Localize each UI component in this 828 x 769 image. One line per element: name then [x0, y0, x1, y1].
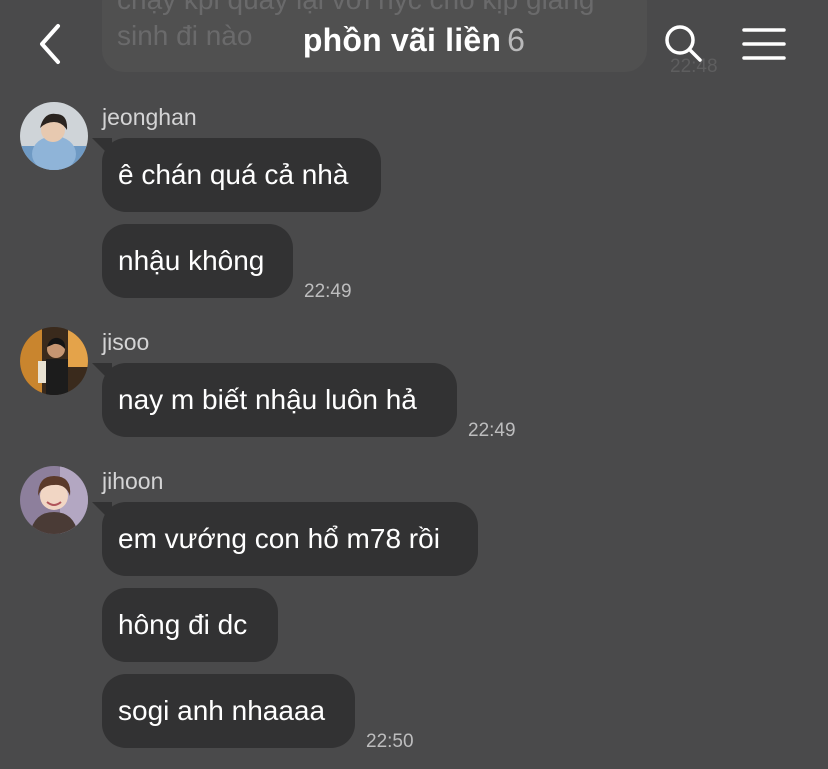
- member-count: 6: [507, 22, 526, 58]
- message-text: sogi anh nhaaaa: [118, 695, 326, 726]
- message-bubble[interactable]: nay m biết nhậu luôn hả: [102, 363, 457, 437]
- search-icon: [665, 25, 702, 62]
- message-text: nhậu không: [118, 245, 265, 276]
- avatar-jihoon[interactable]: [20, 466, 88, 534]
- message-bubble[interactable]: hông đi dc: [102, 588, 278, 662]
- message-bubble[interactable]: ê chán quá cả nhà: [102, 138, 381, 212]
- avatar-jisoo[interactable]: [20, 327, 88, 395]
- message-text: hông đi dc: [118, 609, 248, 640]
- message-bubble[interactable]: sogi anh nhaaaa: [102, 674, 355, 748]
- profile-photo-icon: [20, 102, 88, 170]
- search-button[interactable]: [662, 22, 704, 64]
- sender-name: jihoon: [102, 468, 164, 494]
- message-time: 22:50: [366, 731, 414, 752]
- menu-button[interactable]: [742, 26, 786, 62]
- profile-photo-icon: [20, 327, 88, 395]
- sender-name: jeonghan: [102, 104, 197, 130]
- message-text: ê chán quá cả nhà: [118, 159, 349, 190]
- message-bubble[interactable]: em vướng con hổ m78 rồi: [102, 502, 478, 576]
- chat-header: phồn vãi liền 6: [0, 0, 828, 88]
- message-time: 22:49: [468, 420, 516, 441]
- message-time: 22:49: [304, 281, 352, 302]
- message-text: nay m biết nhậu luôn hả: [118, 384, 417, 415]
- menu-icon: [742, 28, 786, 60]
- group-name: phồn vãi liền: [302, 22, 502, 58]
- profile-photo-icon: [20, 466, 88, 534]
- message-text: em vướng con hổ m78 rồi: [118, 523, 440, 554]
- chat-screen: chạy kpi quay lại với nyc cho kịp giáng …: [0, 0, 828, 769]
- message-bubble[interactable]: nhậu không: [102, 224, 293, 298]
- sender-name: jisoo: [102, 329, 150, 355]
- avatar-jeonghan[interactable]: [20, 102, 88, 170]
